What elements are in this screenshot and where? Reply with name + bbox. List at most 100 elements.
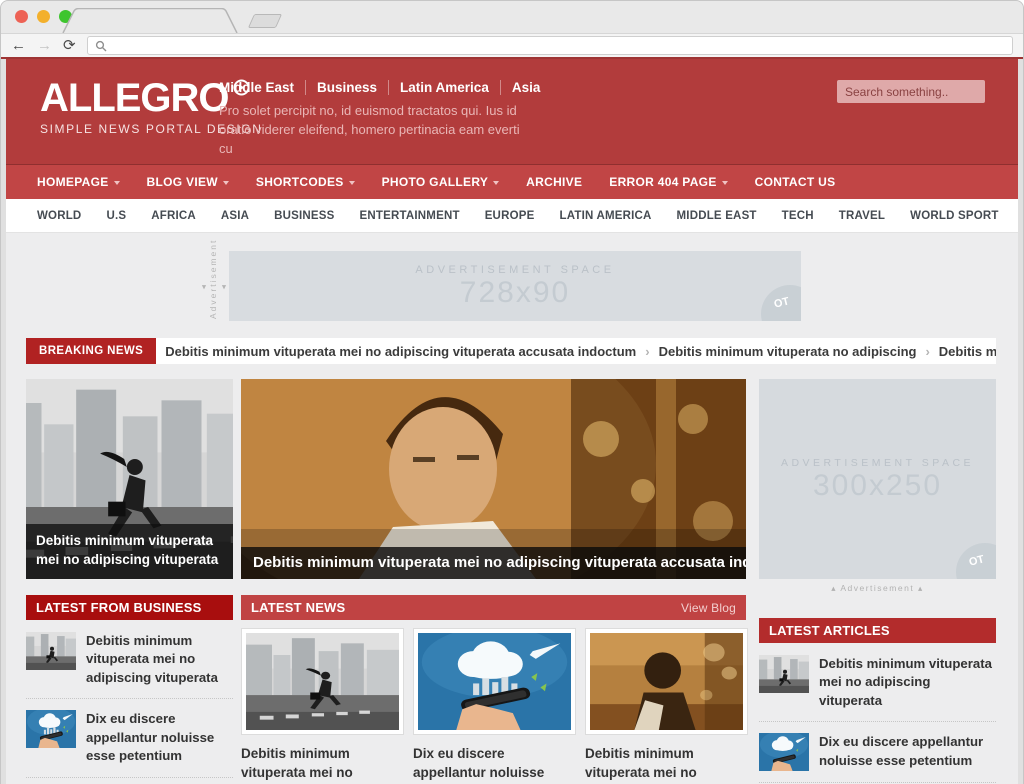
- list-item[interactable]: Debitis minimum vituperata mei no adipis…: [26, 777, 233, 784]
- minimize-window-button[interactable]: [37, 10, 50, 23]
- url-input[interactable]: [113, 40, 1005, 52]
- article-title[interactable]: Debitis minimum vituperata mei no adipis…: [241, 745, 404, 784]
- nav-item-archive[interactable]: ARCHIVE: [526, 175, 582, 189]
- ad-space-label: ADVERTISEMENT SPACE: [781, 457, 974, 469]
- section-header: LATEST FROM BUSINESS: [26, 595, 233, 620]
- chevron-right-icon: ›: [925, 344, 929, 359]
- page-body: ▴ Advertisement ▴ ADVERTISEMENT SPACE 72…: [6, 233, 1018, 784]
- breaking-news-bar: BREAKING NEWS Debitis minimum vituperata…: [26, 338, 996, 364]
- header-link-asia[interactable]: Asia: [501, 80, 552, 95]
- main-featured-article-title[interactable]: Debitis minimum vituperata mei no adipis…: [241, 547, 746, 579]
- advertisement-side-label: ▴ Advertisement ▴: [198, 253, 228, 319]
- article-title[interactable]: Debitis minimum vituperata mei no adipis…: [585, 745, 748, 784]
- article-thumbnail-image: [26, 632, 76, 670]
- header-quick-links: Middle East Business Latin America Asia: [219, 80, 551, 95]
- header-description: Pro solet percipit no, id euismod tracta…: [219, 102, 529, 159]
- latest-articles-section: LATEST ARTICLES Debitis min: [759, 618, 996, 784]
- article-thumbnail-image: [26, 710, 76, 748]
- advertisement-below-label: ▴ Advertisement ▴: [759, 583, 996, 594]
- url-bar[interactable]: [87, 36, 1013, 55]
- header-link-business[interactable]: Business: [306, 80, 389, 95]
- site-logo-text: ALLEGRO: [40, 79, 229, 117]
- main-featured-article-card[interactable]: Debitis minimum vituperata mei no adipis…: [241, 379, 746, 579]
- section-header: LATEST ARTICLES: [759, 618, 996, 643]
- chevron-down-icon: [349, 181, 355, 185]
- subnav-item-middle-east[interactable]: MIDDLE EAST: [677, 210, 757, 222]
- subnav-item-world[interactable]: WORLD: [37, 210, 81, 222]
- ad-provider-logo: OT: [956, 543, 996, 579]
- subnav-item-africa[interactable]: AFRICA: [151, 210, 196, 222]
- main-navigation: HOMEPAGE BLOG VIEW SHORTCODES PHOTO GALL…: [6, 164, 1018, 199]
- browser-window: ← → ⟳ ALLEGRO SIMPLE NEWS PORTAL: [0, 0, 1024, 784]
- article-image: [585, 628, 748, 735]
- subnav-item-europe[interactable]: EUROPE: [485, 210, 535, 222]
- article-thumbnail-image: [759, 733, 809, 771]
- header-link-latin-america[interactable]: Latin America: [389, 80, 501, 95]
- subnav-item-travel[interactable]: TRAVEL: [839, 210, 885, 222]
- article-title[interactable]: Dix eu discere appellantur noluisse esse…: [819, 733, 996, 771]
- subnav-item-world-sport[interactable]: WORLD SPORT: [910, 210, 998, 222]
- chevron-down-icon: [722, 181, 728, 185]
- site-header: ALLEGRO SIMPLE NEWS PORTAL DESIGN Middle…: [6, 59, 1018, 164]
- news-card[interactable]: Dix eu discere appellantur noluisse esse…: [413, 628, 576, 784]
- nav-item-blog-view[interactable]: BLOG VIEW: [147, 175, 229, 189]
- featured-article-card[interactable]: Debitis minimum vituperata mei no adipis…: [26, 379, 233, 579]
- latest-news-section: LATEST NEWS View Blog: [241, 595, 746, 784]
- news-card[interactable]: Debitis minimum vituperata mei no adipis…: [241, 628, 404, 784]
- nav-item-shortcodes[interactable]: SHORTCODES: [256, 175, 355, 189]
- search-icon: [95, 40, 107, 52]
- article-title[interactable]: Debitis minimum vituperata mei no adipis…: [86, 632, 233, 687]
- breaking-news-item[interactable]: Debitis minimum vituperata mei no adipis…: [939, 344, 996, 359]
- browser-tab-bar: [1, 1, 1023, 33]
- leaderboard-ad[interactable]: ADVERTISEMENT SPACE 728x90 OT: [229, 251, 801, 321]
- latest-from-business-section: LATEST FROM BUSINESS Debiti: [26, 595, 233, 784]
- article-title[interactable]: Debitis minimum vituperata mei no adipis…: [819, 655, 996, 710]
- chevron-down-icon: [493, 181, 499, 185]
- new-tab-button[interactable]: [248, 14, 282, 28]
- breaking-news-item[interactable]: Debitis minimum vituperata mei no adipis…: [165, 344, 636, 359]
- header-link-middle-east[interactable]: Middle East: [219, 80, 306, 95]
- nav-item-contact-us[interactable]: CONTACT US: [755, 175, 836, 189]
- nav-item-photo-gallery[interactable]: PHOTO GALLERY: [382, 175, 500, 189]
- ad-size-label: 728x90: [460, 276, 570, 309]
- subnav-item-latin-america[interactable]: LATIN AMERICA: [559, 210, 651, 222]
- article-image: [413, 628, 576, 735]
- list-item[interactable]: Dix eu discere appellantur noluisse esse…: [759, 721, 996, 782]
- view-blog-link[interactable]: View Blog: [681, 601, 736, 615]
- nav-item-homepage[interactable]: HOMEPAGE: [37, 175, 120, 189]
- back-icon[interactable]: ←: [11, 38, 26, 53]
- subnav-item-asia[interactable]: ASIA: [221, 210, 249, 222]
- chevron-down-icon: [114, 181, 120, 185]
- article-thumbnail-image: [759, 655, 809, 693]
- nav-item-error-404[interactable]: ERROR 404 PAGE: [609, 175, 727, 189]
- browser-toolbar: ← → ⟳: [1, 33, 1023, 57]
- header-search-box[interactable]: [837, 80, 985, 103]
- news-card[interactable]: Debitis minimum vituperata mei no adipis…: [585, 628, 748, 784]
- article-title[interactable]: Dix eu discere appellantur noluisse esse…: [413, 745, 576, 784]
- header-search-input[interactable]: [845, 85, 1000, 99]
- featured-article-title[interactable]: Debitis minimum vituperata mei no adipis…: [26, 524, 233, 579]
- list-item[interactable]: Debitis minimum vituperata mei no adipis…: [26, 621, 233, 698]
- chevron-right-icon: ›: [645, 344, 649, 359]
- article-title[interactable]: Dix eu discere appellantur noluisse esse…: [86, 710, 233, 765]
- breaking-news-item[interactable]: Debitis minimum vituperata no adipiscing: [659, 344, 917, 359]
- list-item[interactable]: Debitis minimum vituperata mei no adipis…: [759, 644, 996, 721]
- section-header: LATEST NEWS View Blog: [241, 595, 746, 620]
- subnav-item-business[interactable]: BUSINESS: [274, 210, 334, 222]
- close-window-button[interactable]: [15, 10, 28, 23]
- list-item[interactable]: Dix eu discere appellantur noluisse esse…: [26, 698, 233, 776]
- breaking-news-label: BREAKING NEWS: [26, 338, 156, 364]
- reload-icon[interactable]: ⟳: [63, 38, 76, 53]
- subnav-item-us[interactable]: U.S: [106, 210, 126, 222]
- ad-space-label: ADVERTISEMENT SPACE: [415, 264, 614, 276]
- rectangle-ad[interactable]: ADVERTISEMENT SPACE 300x250 OT: [759, 379, 996, 579]
- chevron-down-icon: [223, 181, 229, 185]
- article-image: [241, 628, 404, 735]
- category-navigation: WORLD U.S AFRICA ASIA BUSINESS ENTERTAIN…: [6, 199, 1018, 233]
- forward-icon[interactable]: →: [37, 38, 52, 53]
- browser-tab[interactable]: [61, 8, 241, 33]
- ad-provider-logo: OT: [761, 285, 801, 321]
- subnav-item-entertainment[interactable]: ENTERTAINMENT: [360, 210, 460, 222]
- ad-size-label: 300x250: [813, 469, 942, 502]
- subnav-item-tech[interactable]: TECH: [782, 210, 814, 222]
